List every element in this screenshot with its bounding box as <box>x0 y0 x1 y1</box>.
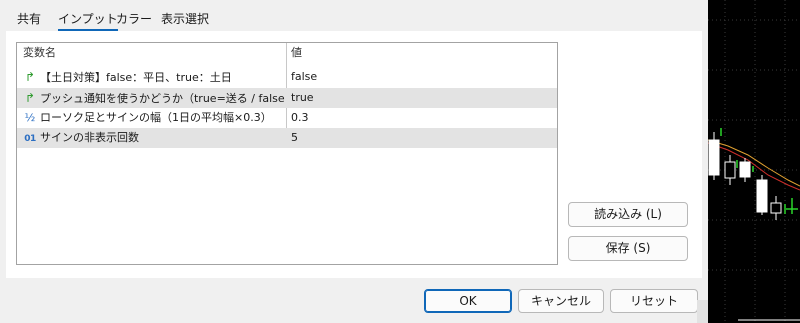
column-header-value[interactable]: 値 <box>291 43 555 63</box>
indicator-properties-dialog: 共有 インプット カラー 表示選択 変数名 値 ↱ 【土日対策】false：平日、… <box>0 0 708 323</box>
window-resize-corner[interactable] <box>697 300 708 323</box>
tab-inputs[interactable]: インプット <box>58 10 118 31</box>
save-button[interactable]: 保存 (S) <box>568 236 688 261</box>
candlestick-chart-graphic <box>708 0 800 323</box>
bool-arrow-icon: ↱ <box>24 91 36 105</box>
variable-value[interactable]: 0.3 <box>291 108 555 128</box>
tab-common[interactable]: 共有 <box>17 10 41 27</box>
tab-colors[interactable]: カラー <box>116 10 152 27</box>
variable-name: プッシュ通知を使うかどうか（true=送る / false=... <box>40 92 285 105</box>
table-row[interactable]: ↱ プッシュ通知を使うかどうか（true=送る / false=... true <box>17 88 557 108</box>
reset-button[interactable]: リセット <box>610 289 698 313</box>
table-row[interactable]: ½ ローソク足とサインの幅（1日の平均幅×0.3） 0.3 <box>17 108 557 128</box>
variable-value[interactable]: 5 <box>291 128 555 148</box>
variable-value[interactable]: false <box>291 67 555 87</box>
load-button[interactable]: 読み込み (L) <box>568 202 688 227</box>
tab-bar: 共有 インプット カラー 表示選択 <box>0 0 708 31</box>
variable-name: ローソク足とサインの幅（1日の平均幅×0.3） <box>40 111 272 124</box>
table-row[interactable]: ↱ 【土日対策】false：平日、true：土日 false <box>17 67 557 87</box>
variable-value[interactable]: true <box>291 88 555 108</box>
integer-icon: 01 <box>24 134 36 144</box>
inputs-table: 変数名 値 ↱ 【土日対策】false：平日、true：土日 false ↱ プッシ… <box>16 42 558 265</box>
variable-name: サインの非表示回数 <box>40 131 139 144</box>
cancel-button[interactable]: キャンセル <box>518 289 604 313</box>
column-header-name[interactable]: 変数名 <box>23 43 285 63</box>
variable-name: 【土日対策】false：平日、true：土日 <box>40 71 232 84</box>
bool-arrow-icon: ↱ <box>24 70 36 84</box>
table-row[interactable]: 01 サインの非表示回数 5 <box>17 128 557 148</box>
tab-visualization[interactable]: 表示選択 <box>161 10 209 27</box>
ok-button[interactable]: OK <box>424 289 512 313</box>
background-price-chart <box>708 0 800 323</box>
table-header-row: 変数名 値 <box>17 43 557 63</box>
fraction-icon: ½ <box>24 111 36 124</box>
